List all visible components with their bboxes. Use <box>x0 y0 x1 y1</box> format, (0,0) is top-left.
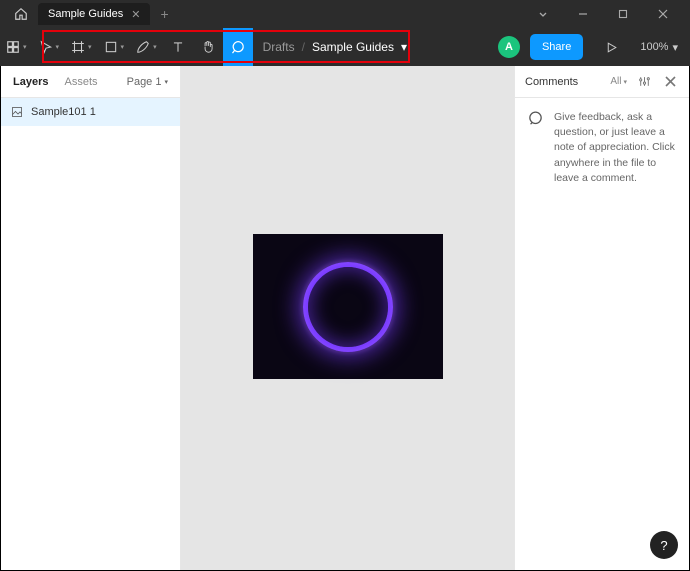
tab-assets[interactable]: Assets <box>64 76 97 88</box>
comments-filter[interactable]: All▾ <box>610 76 627 87</box>
lightning-ring-graphic <box>303 262 393 352</box>
file-tab[interactable]: Sample Guides ✕ <box>38 3 150 25</box>
image-layer-icon <box>11 106 23 118</box>
breadcrumb-separator: / <box>302 40 305 54</box>
breadcrumb[interactable]: Drafts / Sample Guides ▾ <box>253 40 417 54</box>
breadcrumb-current[interactable]: Sample Guides <box>312 40 394 54</box>
minimize-button[interactable] <box>564 0 602 28</box>
move-tool[interactable]: ▾ <box>33 28 66 66</box>
zoom-value: 100% <box>640 41 668 53</box>
settings-icon[interactable] <box>635 75 654 88</box>
frame-tool[interactable]: ▾ <box>65 28 98 66</box>
comment-bubble-icon <box>527 110 544 186</box>
comments-hint: Give feedback, ask a question, or just l… <box>554 110 677 186</box>
share-button[interactable]: Share <box>530 34 583 60</box>
avatar[interactable]: A <box>498 36 520 58</box>
file-tab-title: Sample Guides <box>48 8 123 20</box>
zoom-control[interactable]: 100% ▾ <box>628 41 690 54</box>
close-tab-icon[interactable]: ✕ <box>131 8 140 21</box>
figma-menu[interactable]: ▾ <box>0 28 33 66</box>
hand-tool[interactable] <box>193 28 223 66</box>
comment-tool[interactable] <box>223 28 253 66</box>
home-button[interactable] <box>8 7 34 21</box>
add-tab-button[interactable]: + <box>150 6 178 22</box>
pen-tool[interactable]: ▾ <box>130 28 163 66</box>
text-tool[interactable] <box>163 28 193 66</box>
help-button[interactable]: ? <box>650 531 678 559</box>
chevron-down-icon[interactable]: ▾ <box>401 40 407 54</box>
toolbar: ▾ ▾ ▾ ▾ ▾ Drafts / Sample Guides ▾ A Sha… <box>0 28 690 66</box>
layer-row[interactable]: Sample101 1 <box>1 98 180 126</box>
chevron-down-icon[interactable] <box>524 0 562 28</box>
layer-name: Sample101 1 <box>31 106 96 118</box>
breadcrumb-root[interactable]: Drafts <box>263 40 295 54</box>
canvas-image[interactable] <box>253 234 443 379</box>
comments-panel: Comments All▾ Give feedback, ask a quest… <box>514 66 689 570</box>
shape-tool[interactable]: ▾ <box>98 28 131 66</box>
left-panel: Layers Assets Page 1▾ Sample101 1 <box>1 66 181 570</box>
canvas[interactable] <box>181 66 514 570</box>
close-window-button[interactable] <box>644 0 682 28</box>
titlebar: Sample Guides ✕ + <box>0 0 690 28</box>
comments-title: Comments <box>525 76 578 88</box>
close-panel-icon[interactable] <box>662 76 679 87</box>
present-button[interactable] <box>595 41 628 54</box>
tab-layers[interactable]: Layers <box>13 76 48 88</box>
maximize-button[interactable] <box>604 0 642 28</box>
page-selector[interactable]: Page 1▾ <box>127 76 168 88</box>
